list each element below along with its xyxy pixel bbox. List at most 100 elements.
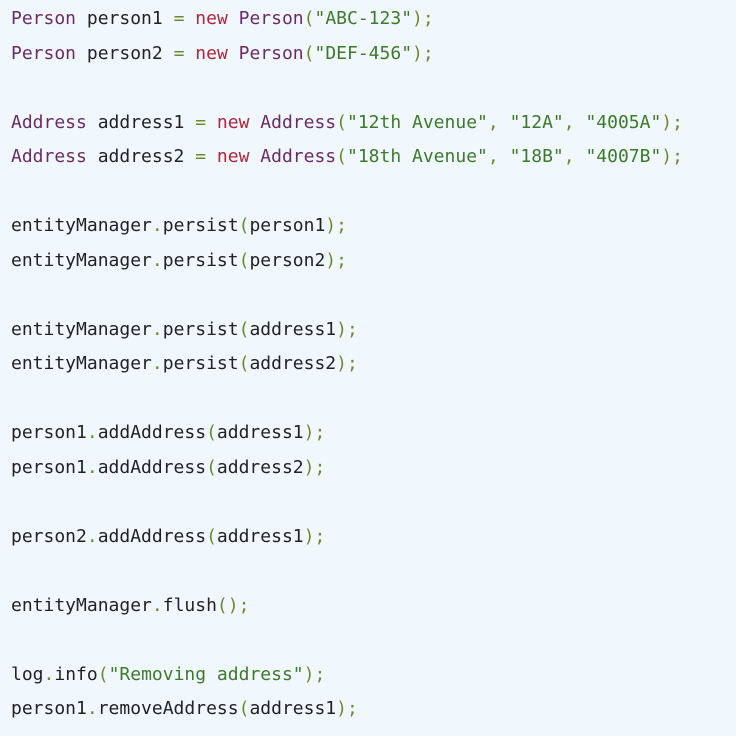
code-token: address1 — [216, 525, 304, 547]
code-line: Person person1 = new Person("ABC-123"); — [11, 2, 736, 37]
code-token: ( — [238, 318, 250, 340]
code-token: person2 — [249, 249, 326, 271]
code-line: ​ — [11, 71, 736, 106]
code-token: persist — [162, 249, 239, 271]
code-token: address1 — [216, 422, 304, 443]
code-token: persist — [162, 353, 239, 374]
code-token: Address — [260, 111, 337, 133]
code-token: addAddress — [97, 525, 207, 547]
code-line: entityManager.persist(address2); — [11, 347, 736, 382]
code-token: new — [195, 8, 228, 29]
code-token: ( — [206, 525, 217, 547]
code-token: . — [151, 215, 163, 236]
code-token: ( — [206, 456, 217, 478]
code-token: . — [86, 698, 98, 719]
code-token: entityManager — [11, 594, 152, 616]
code-token: address1 — [249, 318, 337, 340]
code-line: entityManager.persist(person1); — [11, 209, 736, 244]
code-token: new — [195, 42, 228, 64]
code-token: Person — [11, 8, 77, 29]
code-token: . — [151, 318, 163, 340]
code-token: person1 — [11, 698, 87, 719]
code-token: "18B" — [509, 146, 564, 167]
code-token: Person — [11, 42, 77, 64]
code-token: ); — [412, 8, 434, 29]
code-token: Person — [238, 8, 304, 29]
code-token: . — [151, 249, 163, 271]
code-token: ( — [238, 353, 250, 374]
code-token: , — [563, 111, 575, 133]
code-token: new — [216, 146, 250, 167]
code-token: entityManager — [11, 215, 152, 236]
code-line: entityManager.flush(); — [11, 589, 736, 624]
code-token: address2 — [216, 456, 304, 478]
code-line: ​ — [11, 554, 736, 589]
code-line: person1.removeAddress(address1); — [11, 692, 736, 727]
code-token: Address — [11, 111, 87, 133]
code-token: person1 — [76, 8, 174, 29]
code-token: , — [563, 146, 575, 167]
code-token: ( — [238, 698, 250, 719]
code-token: log — [11, 663, 44, 685]
code-token: = — [195, 146, 207, 167]
code-token: ); — [325, 249, 347, 271]
code-token: . — [43, 663, 55, 685]
code-token: entityManager — [11, 318, 152, 340]
code-line: ​ — [11, 382, 736, 417]
code-token: (); — [216, 594, 250, 616]
code-token: address1 — [86, 111, 196, 133]
code-line: log.info("Removing address"); — [11, 658, 736, 693]
code-token: address2 — [249, 353, 337, 374]
code-token: ); — [303, 422, 326, 443]
code-token: new — [216, 111, 250, 133]
code-token: removeAddress — [97, 698, 239, 719]
code-line: ​ — [11, 623, 736, 658]
code-token: entityManager — [11, 249, 152, 271]
code-line: person1.addAddress(address2); — [11, 451, 736, 486]
code-token: ); — [336, 353, 358, 374]
code-token: . — [151, 594, 163, 616]
code-token: "DEF-456" — [314, 42, 413, 64]
code-token: person1 — [11, 422, 87, 443]
code-token: entityManager — [11, 353, 152, 374]
code-token: "ABC-123" — [314, 8, 413, 29]
code-token: addAddress — [97, 422, 207, 443]
code-token: . — [86, 525, 98, 547]
code-token: Person — [238, 42, 304, 64]
code-token: person2 — [76, 42, 174, 64]
code-line: entityManager.persist(person2); — [11, 244, 736, 279]
code-token: flush — [162, 594, 217, 616]
code-token: . — [86, 456, 98, 478]
code-block[interactable]: Person person1 = new Person("ABC-123"); P… — [0, 0, 736, 736]
code-line: Address address1 = new Address("12th Ave… — [11, 106, 736, 141]
code-line: entityManager.persist(address1); — [11, 313, 736, 348]
code-token: ( — [238, 215, 250, 236]
code-token: ); — [661, 111, 683, 133]
code-line: ​ — [11, 175, 736, 210]
code-line: person2.addAddress(address1); — [11, 520, 736, 555]
code-token: ); — [336, 318, 358, 340]
code-token: "12th Avenue" — [346, 111, 488, 133]
code-token: address2 — [86, 146, 196, 167]
code-token: person1 — [249, 215, 326, 236]
code-token: person1 — [11, 456, 87, 478]
code-token: ( — [238, 249, 250, 271]
code-token: "4005A" — [585, 111, 662, 133]
code-token: ( — [303, 8, 315, 29]
code-token: person2 — [11, 525, 87, 547]
code-token: ); — [661, 146, 683, 167]
code-token: addAddress — [97, 456, 207, 478]
code-token: "Removing address" — [108, 663, 304, 685]
code-token: Address — [11, 146, 87, 167]
